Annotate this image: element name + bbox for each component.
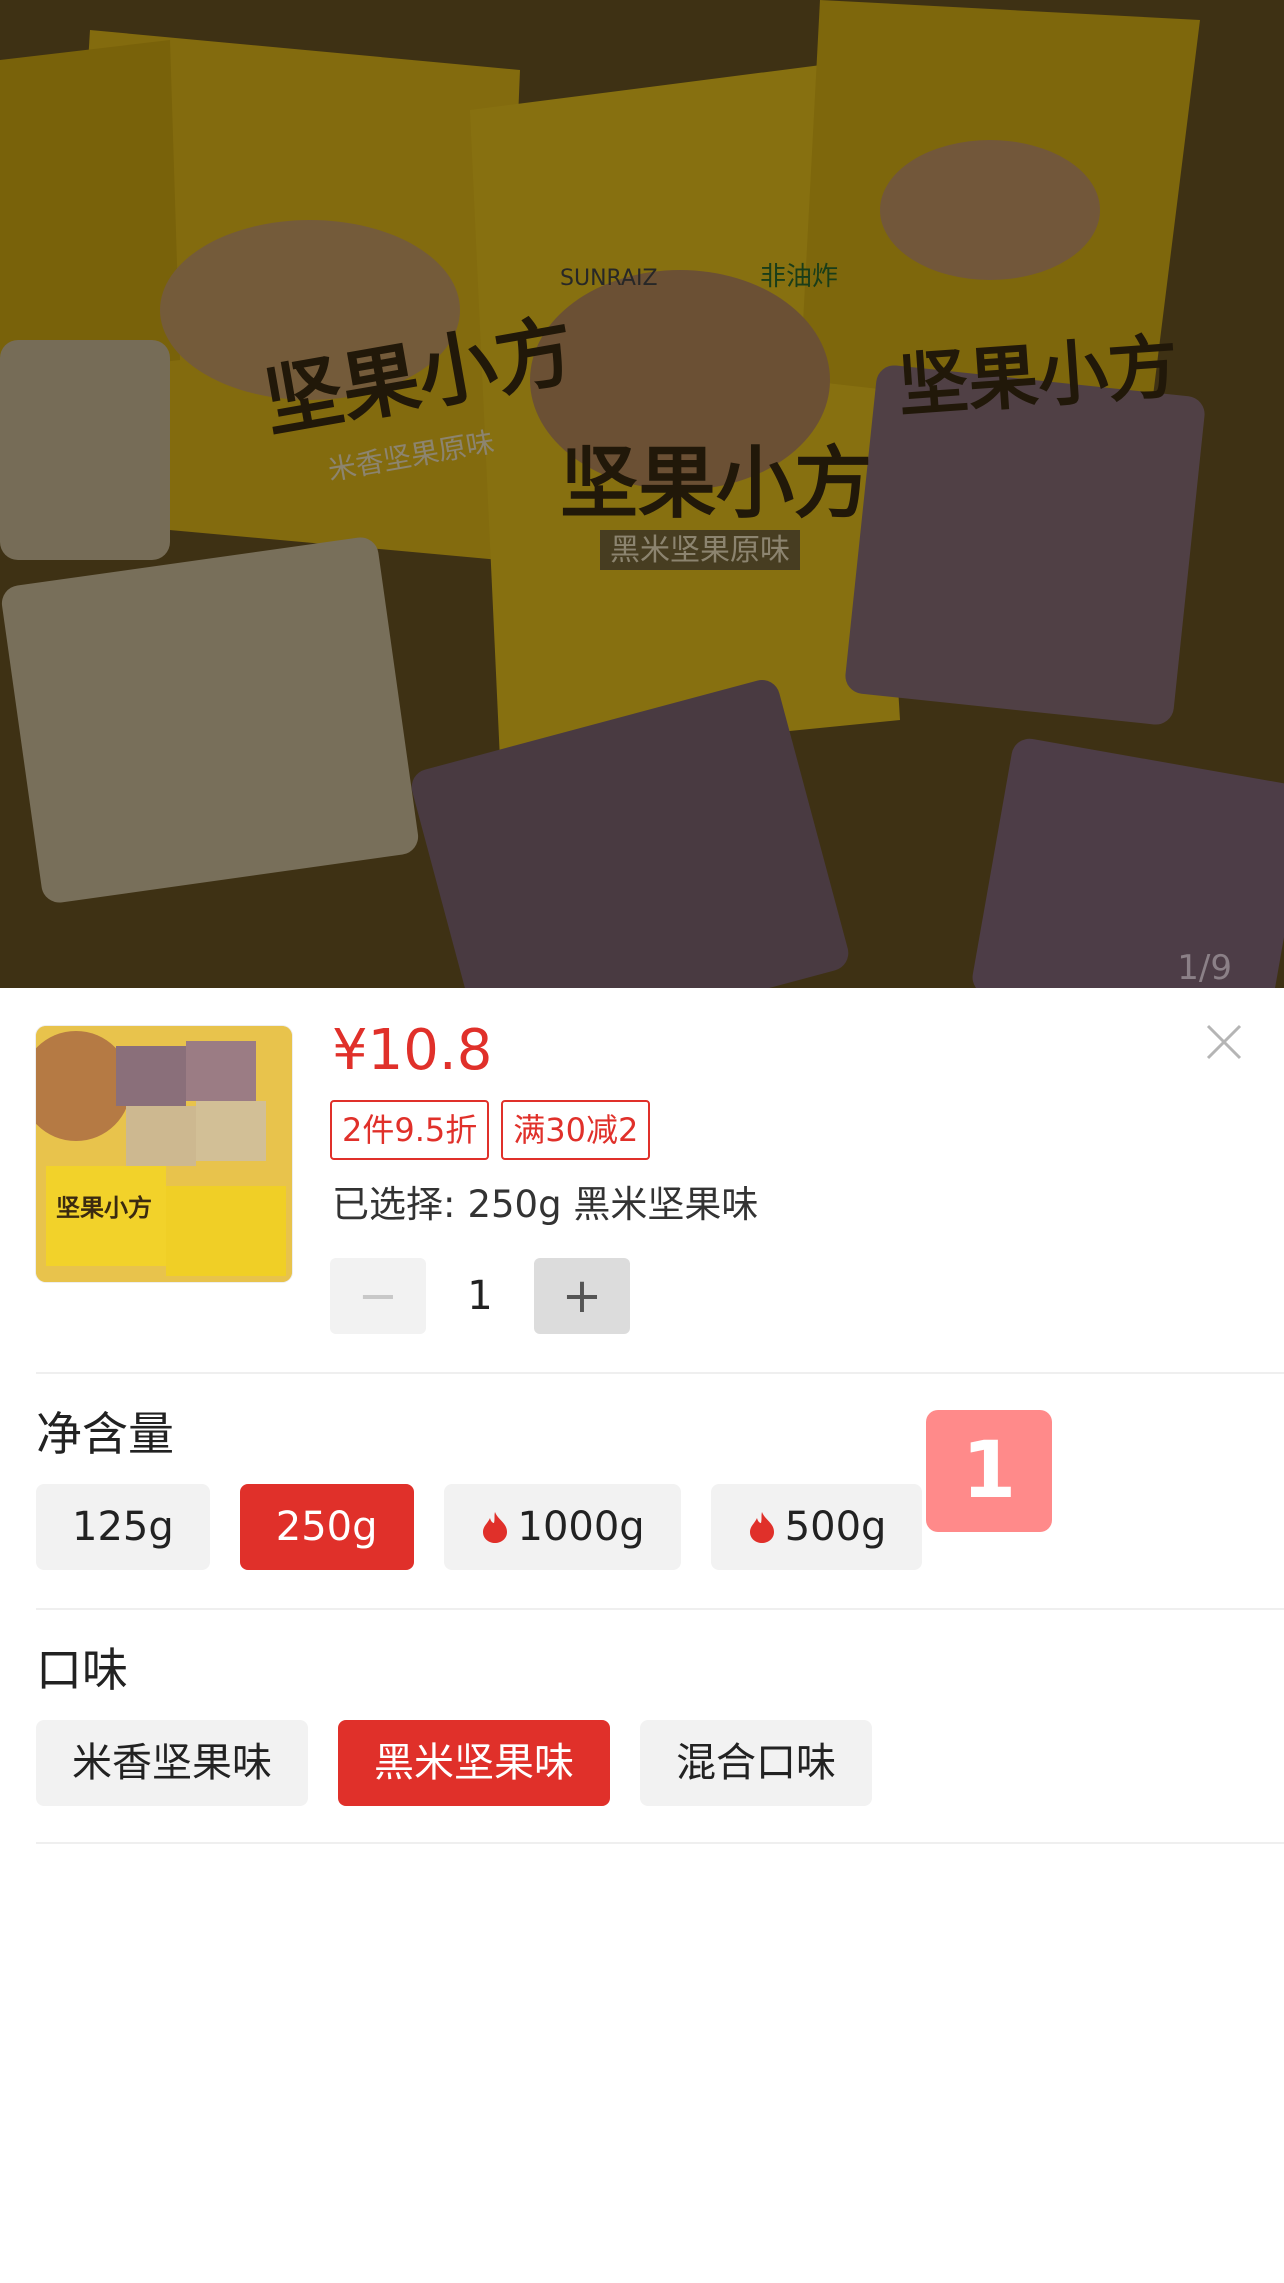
close-icon: [1206, 1024, 1242, 1060]
annotation-badge: 1: [926, 1410, 1052, 1532]
net-content-title: 净含量: [36, 1407, 174, 1461]
net-content-options: 125g 250g 1000g 500g: [36, 1484, 923, 1570]
increase-quantity-button[interactable]: +: [534, 1258, 630, 1334]
product-price: ¥10.8: [332, 1018, 493, 1083]
divider: [36, 1608, 1284, 1610]
promotion-tags: 2件9.5折 满30减2: [330, 1100, 651, 1160]
thumb-bag-text: 坚果小方: [56, 1194, 152, 1222]
option-label: 黑米坚果味: [374, 1740, 574, 1786]
flavor-option-mixed[interactable]: 混合口味: [640, 1720, 872, 1806]
option-1000g[interactable]: 1000g: [443, 1484, 681, 1570]
divider: [36, 1372, 1284, 1374]
option-label: 500g: [784, 1504, 887, 1550]
selected-spec: 已选择: 250g 黑米坚果味: [332, 1174, 758, 1228]
quantity-value[interactable]: 1: [426, 1273, 534, 1319]
option-label: 米香坚果味: [72, 1740, 272, 1786]
option-125g[interactable]: 125g: [36, 1484, 210, 1570]
flavor-option-black-rice-nut[interactable]: 黑米坚果味: [338, 1720, 610, 1806]
option-label: 1000g: [517, 1504, 645, 1550]
selected-value: 250g 黑米坚果味: [467, 1183, 759, 1226]
decrease-quantity-button[interactable]: −: [330, 1258, 426, 1334]
selected-prefix: 已选择:: [332, 1183, 456, 1226]
quantity-stepper: − 1 +: [330, 1258, 630, 1334]
flame-icon: [749, 1512, 774, 1543]
product-thumbnail[interactable]: 坚果小方: [36, 1026, 292, 1282]
flavor-title: 口味: [36, 1643, 128, 1697]
option-500g[interactable]: 500g: [710, 1484, 923, 1570]
option-label: 250g: [275, 1504, 378, 1550]
close-button[interactable]: [1200, 1018, 1248, 1066]
option-250g[interactable]: 250g: [239, 1484, 414, 1570]
option-label: 混合口味: [676, 1740, 836, 1786]
promo-tag: 满30减2: [501, 1100, 651, 1160]
option-label: 125g: [72, 1504, 174, 1550]
sku-selector-sheet: 坚果小方 ¥10.8 2件9.5折 满30减2 已选择: 250g 黑米坚果味 …: [0, 988, 1284, 2283]
promo-tag: 2件9.5折: [330, 1100, 490, 1160]
image-dim-overlay: [0, 0, 1284, 988]
flavor-options: 米香坚果味 黑米坚果味 混合口味: [36, 1720, 872, 1806]
flame-icon: [482, 1512, 507, 1543]
image-page-indicator: 1/9: [1177, 948, 1232, 988]
flavor-option-rice-nut[interactable]: 米香坚果味: [36, 1720, 308, 1806]
divider: [36, 1842, 1284, 1844]
product-image-carousel[interactable]: 坚果小方 坚果小方 坚果小方 黑米坚果原味 米香坚果原味 SUNRAIZ 非油炸…: [0, 0, 1284, 988]
